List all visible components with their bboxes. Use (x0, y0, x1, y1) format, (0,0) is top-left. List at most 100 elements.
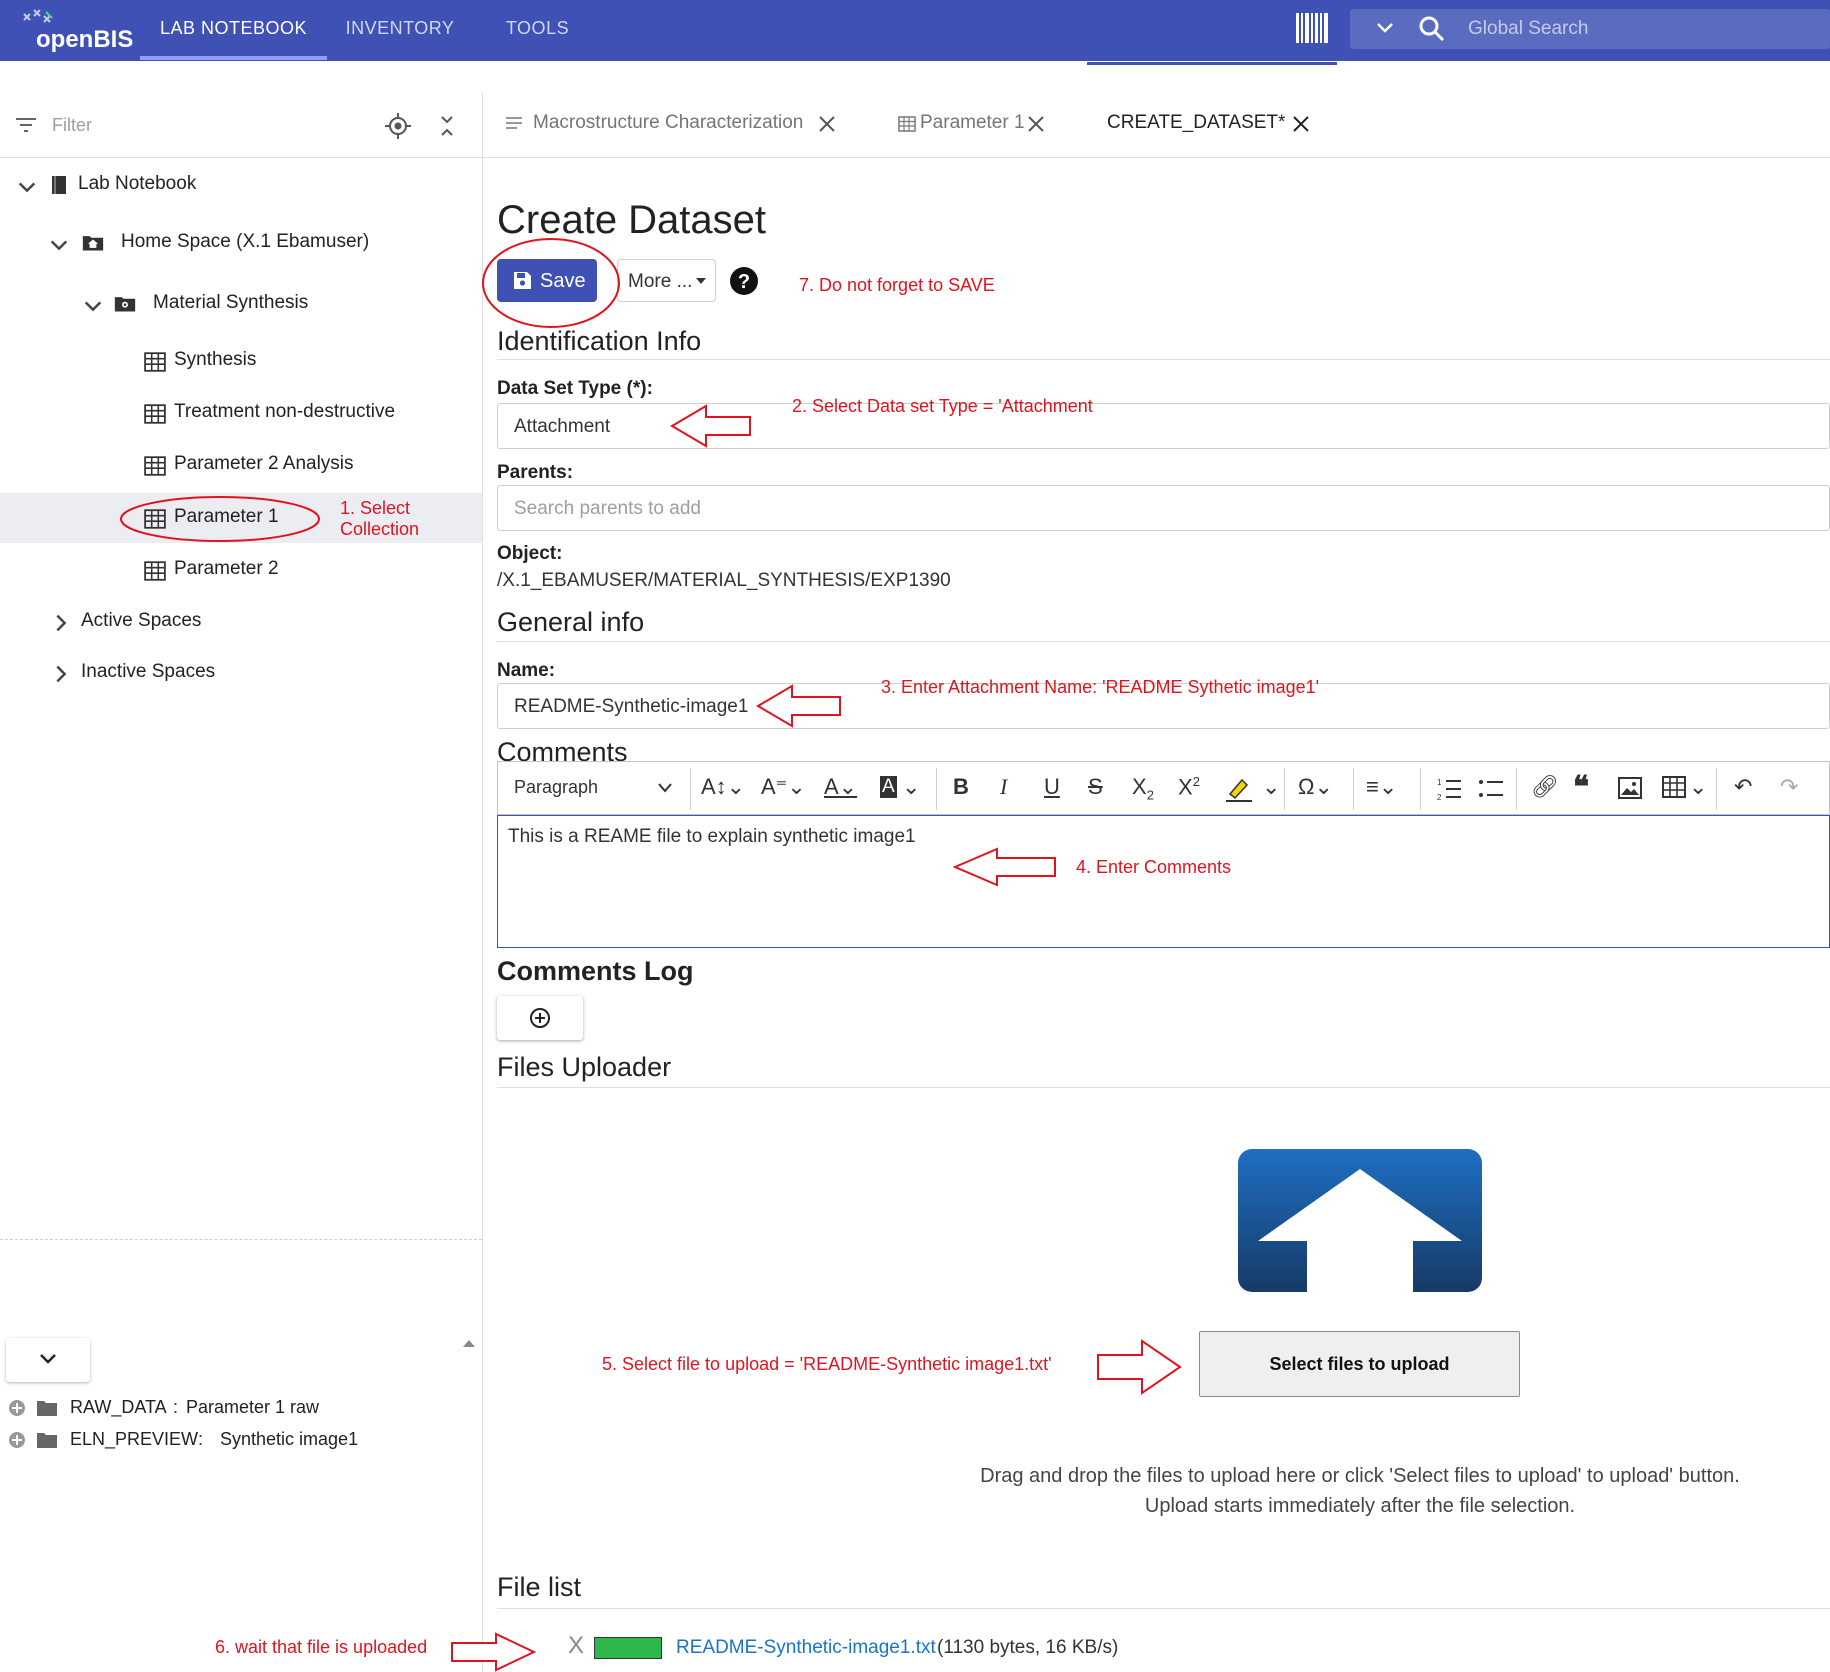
remove-file-button[interactable]: X (568, 1632, 584, 1660)
nav-tab-lab-notebook[interactable]: LAB NOTEBOOK (140, 0, 327, 61)
more-button[interactable]: More ... (617, 259, 716, 302)
tree-item-parameter-2-analysis[interactable]: Parameter 2 Analysis (0, 440, 482, 490)
nav-active-indicator (140, 56, 327, 60)
font-family-icon[interactable]: A⁼⌄ (761, 774, 806, 800)
rich-text-toolbar: Paragraph A↕⌄ A⁼⌄ A⌄ A ⌄ B I U S X2 X2 ⌄… (497, 761, 1830, 815)
collapse-all-icon[interactable] (436, 114, 458, 138)
tree-item-treatment[interactable]: Treatment non-destructive (0, 388, 482, 438)
tree-item-lab-notebook[interactable]: Lab Notebook (0, 160, 482, 210)
table-icon[interactable] (1662, 776, 1686, 798)
tab-create-dataset[interactable]: CREATE_DATASET* (1107, 92, 1347, 158)
annotation-ellipse-save (482, 238, 620, 328)
folder-icon (37, 1433, 57, 1448)
chevron-down-icon[interactable] (48, 234, 70, 256)
special-characters-icon[interactable]: Ω⌄ (1298, 774, 1333, 800)
chevron-down-icon[interactable]: ⌄ (1689, 774, 1707, 800)
barcode-icon[interactable] (1296, 13, 1330, 43)
annotation-7: 7. Do not forget to SAVE (799, 275, 995, 295)
object-label: Object: (497, 543, 563, 564)
chevron-right-icon[interactable] (50, 663, 72, 685)
font-color-icon[interactable]: A⌄ (824, 774, 857, 800)
undo-icon[interactable]: ↶ (1734, 774, 1752, 800)
table-icon (144, 352, 166, 372)
caret-down-icon (696, 278, 706, 284)
expand-circle-icon[interactable] (8, 1431, 26, 1449)
add-comment-button[interactable] (497, 996, 583, 1040)
object-value: /X.1_EBAMUSER/MATERIAL_SYNTHESIS/EXP1390 (497, 570, 951, 591)
annotation-5: 5. Select file to upload = 'README-Synth… (602, 1354, 1052, 1374)
table-icon (898, 116, 916, 132)
notebook-icon (52, 176, 66, 194)
tree-item-parameter-2[interactable]: Parameter 2 (0, 545, 482, 595)
dataset-type-value: Attachment (514, 416, 611, 437)
help-icon[interactable]: ? (729, 266, 759, 296)
bullet-list-icon[interactable] (1478, 776, 1504, 802)
font-size-icon[interactable]: A↕⌄ (701, 774, 745, 800)
superscript-icon[interactable]: X2 (1178, 774, 1200, 800)
section-divider (497, 1087, 1830, 1088)
dataset-type-label: Data Set Type (*): (497, 378, 653, 399)
tab-parameter-1[interactable]: Parameter 1 (898, 92, 1058, 158)
annotation-6: 6. wait that file is uploaded (215, 1637, 428, 1657)
annotation-arrow-left-icon (953, 847, 1056, 887)
filter-row: Filter (0, 92, 482, 158)
chevron-down-icon[interactable] (82, 295, 104, 317)
highlight-icon[interactable] (1224, 774, 1258, 804)
close-icon[interactable] (1026, 114, 1046, 134)
scroll-up-icon[interactable] (462, 1338, 476, 1348)
tree-label: Parameter 2 (174, 558, 279, 579)
openbis-logo[interactable]: openBIS (22, 8, 142, 54)
font-background-icon[interactable]: A (880, 776, 897, 798)
tree-item-inactive-spaces[interactable]: Inactive Spaces (0, 648, 482, 698)
strikethrough-icon[interactable]: S (1088, 774, 1103, 800)
filter-input[interactable]: Filter (52, 115, 92, 136)
chevron-down-icon[interactable] (16, 176, 38, 198)
bold-icon[interactable]: B (953, 774, 969, 800)
close-icon[interactable] (1291, 114, 1311, 134)
select-files-button[interactable]: Select files to upload (1199, 1331, 1520, 1397)
uploaded-file-link[interactable]: README-Synthetic-image1.txt (676, 1637, 936, 1659)
table-icon (144, 404, 166, 424)
tree-item-home-space[interactable]: Home Space (X.1 Ebamuser) (0, 218, 482, 268)
nav-tab-inventory[interactable]: INVENTORY (340, 0, 460, 61)
underline-icon[interactable]: U (1044, 774, 1060, 800)
svg-text:1: 1 (1437, 778, 1442, 787)
chevron-down-icon[interactable]: ⌄ (902, 774, 920, 800)
close-icon[interactable] (817, 114, 837, 134)
italic-icon[interactable]: I (1000, 774, 1007, 800)
comments-editor[interactable]: This is a REAME file to explain syntheti… (497, 815, 1830, 948)
tree-item-material-synthesis[interactable]: Material Synthesis (0, 279, 482, 329)
chevron-down-icon[interactable]: ⌄ (1262, 774, 1280, 800)
tree-label: Inactive Spaces (81, 661, 216, 682)
link-icon[interactable]: 🔗︎ (1531, 774, 1559, 800)
blockquote-icon[interactable]: ❝ (1573, 770, 1589, 805)
tab-macrostructure[interactable]: Macrostructure Characterization (505, 92, 845, 158)
nav-tab-tools[interactable]: TOOLS (490, 0, 585, 61)
chevron-down-icon[interactable] (1376, 21, 1394, 35)
tree-item-synthesis[interactable]: Synthesis (0, 336, 482, 386)
dataset-name: Parameter 1 raw (186, 1397, 320, 1417)
annotation-2: 2. Select Data set Type = 'Attachment (792, 396, 1093, 416)
paragraph-select[interactable]: Paragraph (498, 762, 688, 814)
expand-circle-icon[interactable] (8, 1399, 26, 1417)
global-search[interactable]: Global Search (1350, 9, 1830, 49)
collapse-panel-button[interactable] (6, 1338, 90, 1382)
subscript-icon[interactable]: X2 (1132, 774, 1154, 802)
dataset-separator: : (198, 1429, 204, 1449)
alignment-icon[interactable]: ≡⌄ (1366, 774, 1397, 800)
parents-input[interactable]: Search parents to add (497, 485, 1830, 531)
home-folder-icon (82, 236, 104, 251)
locate-icon[interactable] (384, 112, 412, 140)
annotation-arrow-right-icon (1097, 1339, 1182, 1395)
image-icon[interactable] (1618, 776, 1642, 800)
search-input[interactable]: Global Search (1468, 18, 1588, 40)
upload-icon (1238, 1149, 1482, 1292)
redo-icon[interactable]: ↷ (1780, 774, 1798, 800)
tree-item-active-spaces[interactable]: Active Spaces (0, 597, 482, 647)
numbered-list-icon[interactable]: 12 (1436, 776, 1462, 802)
chevron-right-icon[interactable] (50, 612, 72, 634)
annotation-arrow-left-icon (756, 684, 841, 728)
more-label: More ... (628, 271, 693, 292)
toolbar-separator (690, 768, 691, 810)
tab-label: Macrostructure Characterization (533, 112, 804, 133)
